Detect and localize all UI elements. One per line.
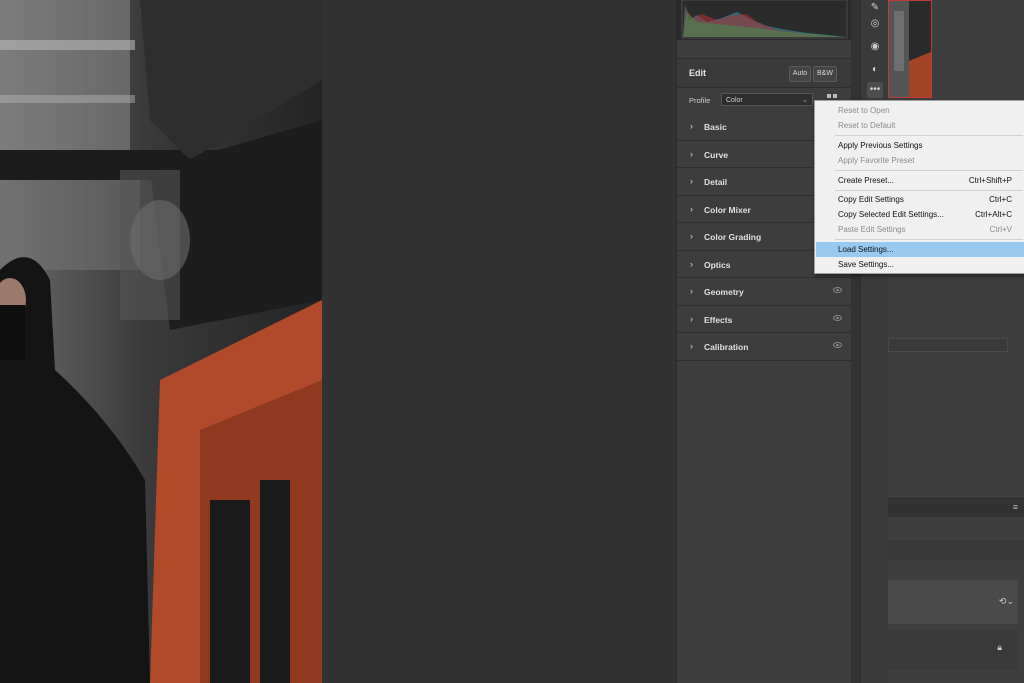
masking-icon[interactable]: ◐ <box>867 62 883 78</box>
chevron-right-icon: › <box>690 148 693 159</box>
eye-icon[interactable] <box>833 314 842 321</box>
menu-item-create-preset[interactable]: Create Preset... Ctrl+Shift+P <box>816 173 1024 188</box>
section-label: Basic <box>704 122 727 132</box>
menu-separator <box>835 170 1023 171</box>
chevron-right-icon: › <box>690 313 693 324</box>
chevron-down-icon: ⌄ <box>802 97 808 104</box>
menu-item-copy-selected-edit-settings[interactable]: Copy Selected Edit Settings... Ctrl+Alt+… <box>816 207 1024 222</box>
menu-separator <box>835 135 1023 136</box>
eye-icon[interactable] <box>833 342 842 348</box>
chevron-right-icon: › <box>690 176 693 186</box>
sync-icon[interactable]: ⟲⌄ <box>999 596 1014 607</box>
section-effects[interactable]: › Effects <box>677 306 851 333</box>
chevron-right-icon: › <box>690 231 693 241</box>
profile-label: Profile <box>689 96 711 105</box>
menu-item-load-settings[interactable]: Load Settings... <box>816 242 1024 257</box>
chevron-right-icon: › <box>690 286 693 296</box>
section-geometry[interactable]: › Geometry <box>677 278 851 306</box>
brush-icon[interactable]: ✎ <box>867 0 883 16</box>
edit-title: Edit <box>689 68 706 78</box>
edit-header: Edit Auto B&W <box>677 58 851 88</box>
filmstrip-thumbnail[interactable] <box>888 0 932 98</box>
profile-select[interactable]: Color ⌄ <box>721 93 813 106</box>
histogram <box>677 0 851 40</box>
red-eye-icon[interactable]: ◉ <box>867 39 883 55</box>
section-calibration[interactable]: › Calibration <box>677 333 851 361</box>
menu-item-paste-edit-settings[interactable]: Paste Edit Settings Ctrl+V <box>816 222 1024 237</box>
lock-icon[interactable]: 🔒︎ <box>997 642 1002 653</box>
section-label: Curve <box>704 149 729 160</box>
more-options-menu: Reset to Open Reset to Default Apply Pre… <box>814 100 1024 274</box>
menu-item-apply-favorite-preset[interactable]: Apply Favorite Preset <box>816 153 1024 168</box>
lower-row <box>888 540 1024 560</box>
photo-image <box>0 0 322 683</box>
section-label: Geometry <box>704 287 744 297</box>
menu-item-save-settings[interactable]: Save Settings... <box>816 257 1024 272</box>
menu-item-apply-previous-settings[interactable]: Apply Previous Settings <box>816 138 1024 153</box>
panel-menu-icon[interactable]: ≡ <box>1013 502 1018 512</box>
menu-separator <box>835 190 1023 191</box>
bw-button[interactable]: B&W <box>813 66 837 82</box>
section-label: Optics <box>704 259 731 270</box>
chevron-right-icon: › <box>690 203 693 214</box>
section-label: Color Mixer <box>704 204 751 215</box>
photo-canvas[interactable] <box>0 0 322 683</box>
section-label: Detail <box>704 177 728 187</box>
chevron-right-icon: › <box>690 341 693 351</box>
auto-button[interactable]: Auto <box>789 66 811 82</box>
menu-item-copy-edit-settings[interactable]: Copy Edit Settings Ctrl+C <box>816 192 1024 207</box>
section-label: Color Grading <box>704 232 762 242</box>
chevron-right-icon: › <box>690 121 693 131</box>
eye-icon[interactable] <box>833 287 842 293</box>
radial-filter-icon[interactable]: ◎ <box>867 16 883 32</box>
menu-item-reset-to-open[interactable]: Reset to Open <box>816 103 1024 118</box>
lower-panel-header: ≡ <box>888 498 1024 517</box>
profile-value: Color <box>726 97 743 104</box>
section-label: Effects <box>704 314 733 325</box>
canvas-background <box>322 0 676 683</box>
menu-separator <box>835 239 1023 240</box>
menu-item-reset-to-default[interactable]: Reset to Default <box>816 118 1024 133</box>
preset-area[interactable]: ⟲⌄ <box>888 580 1018 624</box>
more-icon[interactable]: ••• <box>867 82 883 98</box>
chevron-right-icon: › <box>690 258 693 269</box>
lower-row-2: 🔒︎ <box>888 630 1018 670</box>
section-label: Calibration <box>704 342 749 352</box>
panel-field <box>888 338 1008 352</box>
